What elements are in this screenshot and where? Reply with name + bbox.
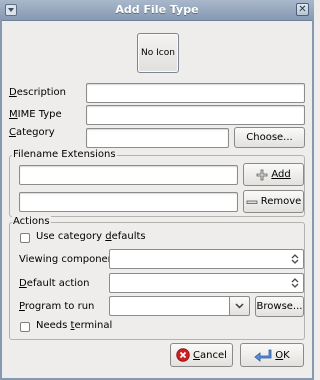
default-action-label: Default action (19, 278, 90, 289)
viewing-component-label: Viewing component (19, 254, 118, 265)
default-action-select[interactable] (109, 273, 304, 293)
ok-button[interactable]: OK (240, 343, 304, 367)
cancel-icon (176, 348, 190, 362)
choose-button[interactable]: Choose... (234, 127, 305, 148)
needs-terminal-label: Needs terminal (36, 320, 113, 331)
program-to-run-field[interactable] (109, 296, 230, 316)
updown-arrow-icon (291, 254, 299, 264)
icon-picker-button[interactable]: No Icon (137, 33, 179, 73)
mime-type-field[interactable] (86, 105, 305, 125)
viewing-component-select[interactable] (109, 249, 304, 269)
description-label: Description (9, 87, 66, 98)
program-to-run-combo[interactable] (109, 296, 250, 316)
title-bar: Add File Type ✕ (0, 0, 314, 21)
add-icon (256, 169, 268, 180)
program-to-run-label: Program to run (19, 301, 95, 312)
filename-extensions-title: Filename Extensions (12, 149, 117, 160)
actions-title: Actions (12, 216, 51, 227)
icon-picker-label: No Icon (141, 48, 175, 58)
add-extension-button[interactable]: Add (243, 163, 304, 186)
close-button[interactable]: ✕ (296, 3, 309, 16)
updown-arrow-icon (291, 278, 299, 288)
remove-icon (246, 200, 258, 204)
remove-extension-button[interactable]: Remove (243, 190, 304, 213)
needs-terminal-checkbox[interactable] (20, 322, 30, 332)
mime-type-label: MIME Type (9, 109, 62, 120)
browse-button[interactable]: Browse... (255, 296, 304, 317)
use-category-defaults-checkbox[interactable] (20, 233, 30, 243)
extension-field[interactable] (19, 165, 238, 185)
chevron-down-icon (235, 303, 244, 309)
window-title: Add File Type (115, 3, 199, 16)
program-dropdown-button[interactable] (229, 296, 250, 316)
category-field[interactable] (86, 128, 229, 148)
extension-list[interactable] (19, 192, 238, 212)
close-icon: ✕ (298, 4, 307, 15)
ok-arrow-icon (254, 349, 272, 362)
description-field[interactable] (86, 83, 305, 103)
cancel-button[interactable]: Cancel (170, 343, 233, 367)
use-category-defaults-label: Use category defaults (36, 231, 146, 242)
category-label: Category (9, 127, 55, 138)
